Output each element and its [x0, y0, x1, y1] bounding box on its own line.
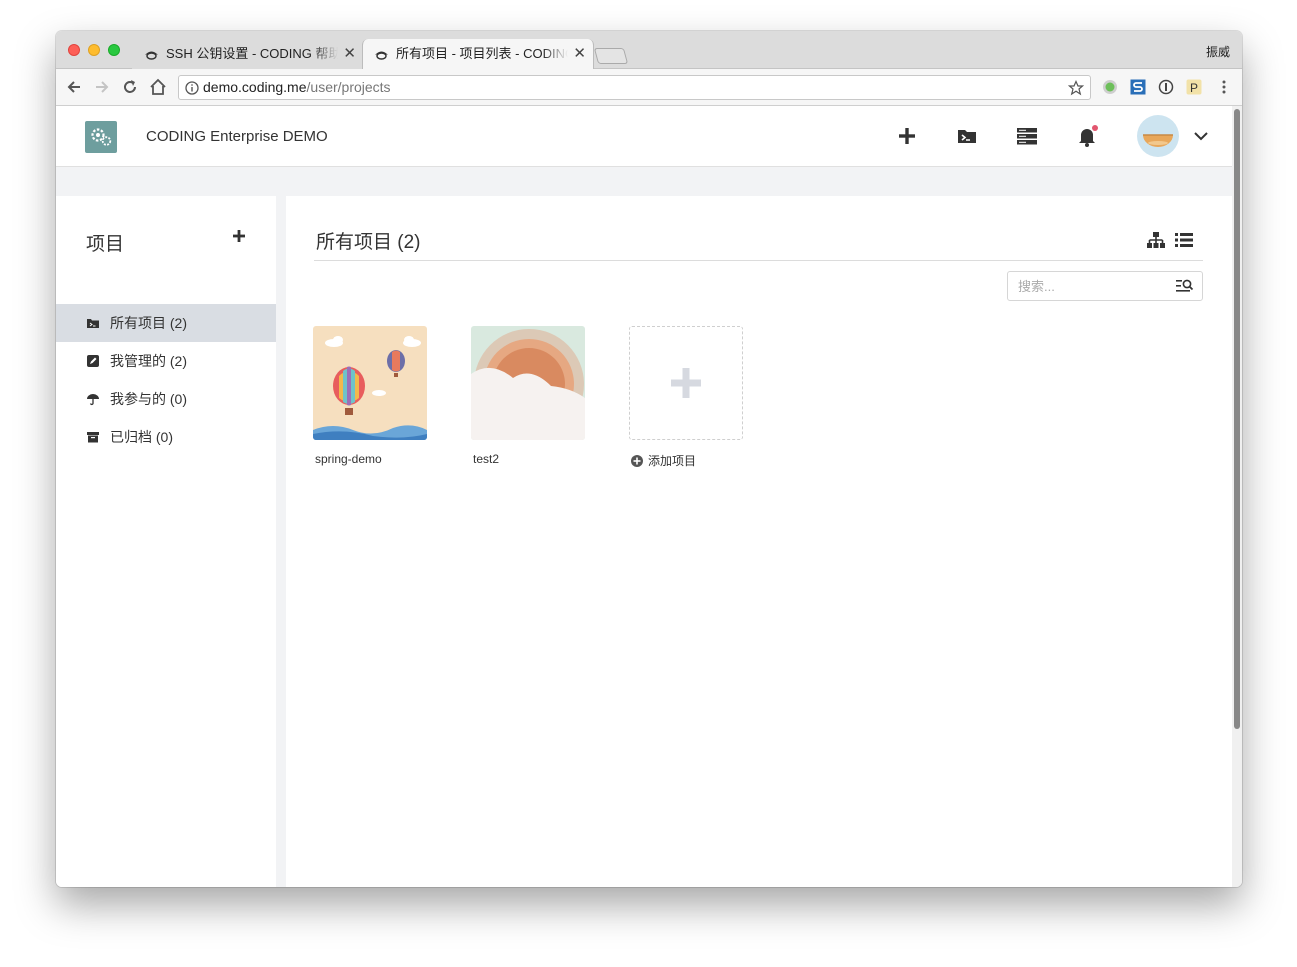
search-input[interactable]	[1008, 272, 1168, 300]
tab-projects[interactable]: 所有项目 - 项目列表 - CODING ✕	[362, 39, 594, 69]
p-extension-icon[interactable]: P	[1186, 79, 1202, 95]
forward-icon[interactable]	[92, 77, 112, 97]
sidebar-item-managed[interactable]: 我管理的 (2)	[56, 342, 276, 380]
browser-toolbar: demo.coding.me/user/projects P	[56, 69, 1242, 106]
sidebar-item-participated[interactable]: 我参与的 (0)	[56, 380, 276, 418]
search-icon[interactable]	[1176, 278, 1194, 294]
list-view-icon[interactable]	[1174, 231, 1194, 249]
page-title: 所有项目 (2)	[316, 232, 421, 253]
plus-circle-icon	[631, 454, 643, 467]
address-bar[interactable]: demo.coding.me/user/projects	[178, 75, 1091, 100]
profile-name[interactable]: 振威	[1206, 43, 1230, 60]
sidebar-gutter	[276, 196, 286, 887]
browser-window: SSH 公钥设置 - CODING 帮助中心 ✕ 所有项目 - 项目列表 - C…	[56, 31, 1242, 887]
star-icon[interactable]	[1068, 80, 1084, 96]
green-dot-extension-icon[interactable]	[1102, 79, 1118, 95]
sidebar-item-label: 我参与的 (0)	[110, 391, 187, 407]
project-card-spring-demo[interactable]: spring-demo	[313, 326, 427, 466]
reload-icon[interactable]	[120, 77, 140, 97]
page-scrollbar[interactable]	[1232, 106, 1242, 887]
penguin-favicon-icon	[375, 51, 388, 60]
divider	[314, 260, 1203, 261]
archive-icon	[87, 432, 99, 443]
menu-dots-icon[interactable]	[1216, 79, 1232, 95]
project-cover-sun[interactable]	[471, 326, 585, 440]
sidebar-item-label: 所有项目 (2)	[110, 315, 187, 331]
close-tab-icon[interactable]: ✕	[573, 39, 586, 69]
project-cover-balloon[interactable]	[313, 326, 427, 440]
penguin-favicon-icon	[145, 51, 158, 60]
bell-icon[interactable]	[1075, 124, 1099, 148]
minimize-window-button[interactable]	[88, 44, 100, 56]
scrollbar-thumb[interactable]	[1234, 109, 1240, 729]
header-spacer	[56, 167, 1232, 196]
tab-ssh-help[interactable]: SSH 公钥设置 - CODING 帮助中心 ✕	[132, 39, 364, 69]
zoom-window-button[interactable]	[108, 44, 120, 56]
avatar[interactable]	[1137, 115, 1179, 157]
s-extension-icon[interactable]	[1130, 79, 1146, 95]
sidebar-item-archived[interactable]: 已归档 (0)	[56, 418, 276, 456]
umbrella-icon	[87, 394, 99, 406]
servers-icon[interactable]	[1015, 124, 1039, 148]
tree-view-icon[interactable]	[1146, 231, 1166, 249]
tab-title: 所有项目 - 项目列表 - CODING	[396, 46, 568, 61]
folder-terminal-icon	[87, 319, 99, 328]
add-project-card[interactable]: 添加项目	[629, 326, 743, 469]
folder-terminal-icon[interactable]	[955, 124, 979, 148]
sidebar-item-all-projects[interactable]: 所有项目 (2)	[56, 304, 276, 342]
new-tab-button[interactable]	[593, 48, 629, 64]
close-tab-icon[interactable]: ✕	[343, 39, 356, 69]
sidebar-item-label: 已归档 (0)	[110, 429, 173, 445]
plus-icon	[671, 368, 701, 398]
search-box	[1007, 271, 1203, 301]
project-name[interactable]: test2	[473, 452, 585, 466]
add-project-label: 添加项目	[648, 454, 697, 468]
svg-text:P: P	[1190, 81, 1198, 95]
project-card-test2[interactable]: test2	[471, 326, 585, 466]
brand-name[interactable]: CODING Enterprise DEMO	[146, 128, 328, 145]
chevron-down-icon[interactable]	[1189, 124, 1213, 148]
add-project-link[interactable]: 添加项目	[631, 452, 743, 469]
edit-icon	[87, 355, 99, 367]
plus-icon[interactable]	[895, 124, 919, 148]
tab-strip: SSH 公钥设置 - CODING 帮助中心 ✕ 所有项目 - 项目列表 - C…	[56, 31, 1242, 69]
project-name[interactable]: spring-demo	[315, 452, 427, 466]
gears-logo-icon[interactable]	[85, 121, 117, 153]
sidebar-item-label: 我管理的 (2)	[110, 353, 187, 369]
info-icon[interactable]	[185, 81, 199, 95]
close-window-button[interactable]	[68, 44, 80, 56]
plus-icon[interactable]	[232, 229, 246, 243]
add-project-tile[interactable]	[629, 326, 743, 440]
sidebar-title: 项目	[86, 234, 125, 255]
app-header: CODING Enterprise DEMO	[56, 106, 1232, 167]
main-panel: 所有项目 (2) 搜索... spring-demo test2 添加项目	[286, 196, 1232, 887]
sidebar: 项目 所有项目 (2) 我管理的 (2) 我参与的 (0) 已归档 (0)	[56, 196, 276, 887]
1password-extension-icon[interactable]	[1158, 79, 1174, 95]
back-icon[interactable]	[64, 77, 84, 97]
home-icon[interactable]	[148, 77, 168, 97]
tab-title: SSH 公钥设置 - CODING 帮助中心	[166, 46, 338, 61]
url-text[interactable]: demo.coding.me/user/projects	[203, 76, 391, 99]
